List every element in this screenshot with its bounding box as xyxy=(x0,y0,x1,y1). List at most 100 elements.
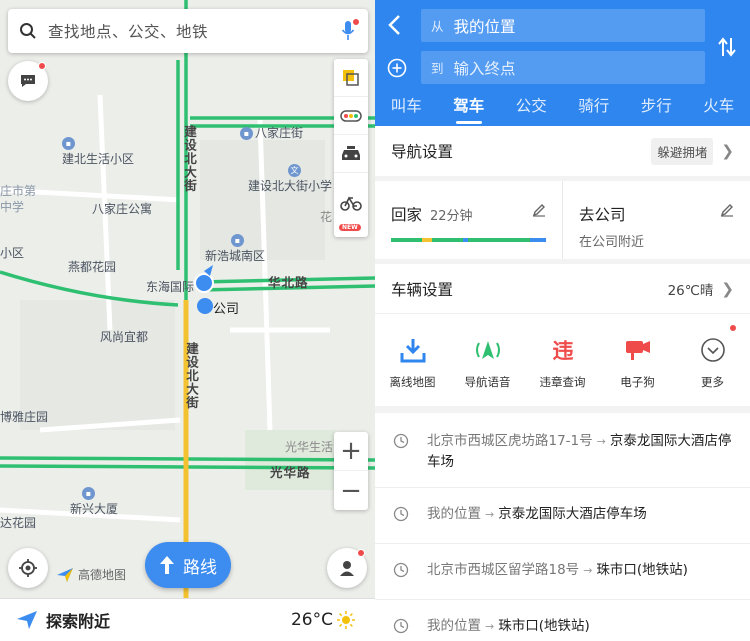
more-icon xyxy=(700,338,725,362)
origin-input[interactable]: 从 我的位置 xyxy=(421,9,705,42)
edge-label-flower: 花 xyxy=(320,210,333,224)
history-item[interactable]: 北京市西城区虎坊路17-1号 → 京泰龙国际大酒店停车场 xyxy=(375,413,750,488)
taxi-button[interactable] xyxy=(334,135,368,173)
user-icon xyxy=(340,561,354,576)
poi-icon: ▪ xyxy=(231,234,244,247)
message-button[interactable] xyxy=(8,61,48,101)
poi-icon: ▪ xyxy=(240,127,253,140)
poi-xinxing[interactable]: ▪ 新兴大厦 xyxy=(70,486,118,517)
bike-button[interactable]: NEW xyxy=(334,173,368,233)
add-waypoint-button[interactable] xyxy=(387,58,407,82)
history-item[interactable]: 我的位置 → 珠市口(地铁站) xyxy=(375,600,750,641)
zoom-controls: + − xyxy=(334,432,368,510)
route-arrow-icon xyxy=(160,556,174,574)
locate-button[interactable] xyxy=(8,548,48,588)
search-bar[interactable]: 查找地点、公交、地铁 xyxy=(8,9,368,53)
favorite-destinations: 回家 22分钟 去公司 在公司附近 xyxy=(375,181,750,259)
company-marker[interactable]: ▪公司 xyxy=(198,298,239,317)
poi-xinhao-south[interactable]: ▪ 新浩城南区 xyxy=(205,233,265,264)
chevron-right-icon: ❯ xyxy=(721,142,734,160)
vehicle-weather: 26℃晴 xyxy=(667,282,714,299)
poi-donghai[interactable]: 东海国际 xyxy=(146,278,194,295)
poi-da-garden[interactable]: 达花园 xyxy=(0,514,36,531)
poi-school[interactable]: 文建设北大街小学 xyxy=(248,163,332,194)
explore-bar[interactable]: 探索附近 26°C xyxy=(0,598,375,641)
poi-boya[interactable]: 博雅庄园 xyxy=(0,408,48,425)
swap-button[interactable] xyxy=(718,36,736,62)
search-input[interactable]: 查找地点、公交、地铁 xyxy=(48,20,328,42)
tools-grid: 离线地图 导航语音 违 违章查询 电子狗 更多 xyxy=(375,314,750,406)
violation-icon: 违 xyxy=(552,339,573,363)
poi-yandu-garden[interactable]: 燕都花园 xyxy=(68,258,116,275)
layers-icon xyxy=(343,69,359,86)
vehicle-settings-title: 车辆设置 xyxy=(391,280,454,299)
amap-logo: 高德地图 xyxy=(56,566,126,583)
map-layers-panel: NEW xyxy=(334,59,368,237)
violation-query-tool[interactable]: 违 违章查询 xyxy=(525,314,600,406)
message-badge xyxy=(38,62,46,70)
history-item[interactable]: 我的位置 → 京泰龙国际大酒店停车场 xyxy=(375,488,750,544)
tab-bus[interactable]: 公交 xyxy=(500,94,563,126)
camera-icon xyxy=(625,341,650,360)
poi-fengshang[interactable]: 风尚宜都 xyxy=(100,328,148,345)
zoom-in-button[interactable]: + xyxy=(334,432,368,471)
chevron-right-icon: ❯ xyxy=(721,279,734,298)
poi-bajiazhuang-alley[interactable]: ▪ 八家庄街 xyxy=(240,124,303,141)
edge-label-a: 庄市第 xyxy=(0,184,37,198)
edge-label-c: 小区 xyxy=(0,246,25,260)
school-icon: 文 xyxy=(288,164,301,177)
poi-guanghua-life[interactable]: 光华生活 xyxy=(285,438,333,455)
arrow-right-icon: → xyxy=(485,620,495,633)
destination-input[interactable]: 到 输入终点 xyxy=(421,51,705,84)
go-home-card[interactable]: 回家 22分钟 xyxy=(375,181,562,259)
tab-drive[interactable]: 驾车 xyxy=(438,94,501,126)
tab-walk[interactable]: 步行 xyxy=(625,94,688,126)
road-label-huabei: 华北路 xyxy=(268,275,309,290)
new-badge: NEW xyxy=(339,224,361,231)
add-circle-icon xyxy=(387,58,407,78)
search-icon[interactable] xyxy=(8,22,48,40)
speed-camera-tool[interactable]: 电子狗 xyxy=(600,314,675,406)
car-icon xyxy=(342,145,360,160)
tab-taxi[interactable]: 叫车 xyxy=(375,94,438,126)
download-icon xyxy=(400,339,425,363)
more-tool[interactable]: 更多 xyxy=(675,314,750,406)
back-arrow-icon xyxy=(388,15,400,35)
edge-label-b: 中学 xyxy=(0,200,25,214)
home-traffic-bar xyxy=(391,238,546,242)
go-work-card[interactable]: 去公司 在公司附近 xyxy=(562,181,750,259)
road-label-guanghua: 光华路 xyxy=(270,465,311,480)
vehicle-settings-row[interactable]: 车辆设置 26℃晴 ❯ xyxy=(375,264,750,314)
poi-jianbei-community[interactable]: ▪ 建北生活小区 xyxy=(62,136,134,167)
traffic-light-icon xyxy=(340,109,362,122)
route-history: 北京市西城区虎坊路17-1号 → 京泰龙国际大酒店停车场 我的位置 → 京泰龙国际大酒店… xyxy=(375,413,750,641)
voice-nav-tool[interactable]: 导航语音 xyxy=(450,314,525,406)
tab-ride[interactable]: 骑行 xyxy=(563,94,626,126)
navigation-arrow-icon xyxy=(17,611,37,629)
transport-tabs: 叫车 驾车 公交 骑行 步行 火车 xyxy=(375,94,750,126)
back-button[interactable] xyxy=(387,14,403,40)
clock-icon xyxy=(393,506,409,522)
profile-button[interactable] xyxy=(327,548,367,588)
offline-map-tool[interactable]: 离线地图 xyxy=(375,314,450,406)
weather-widget[interactable]: 26°C xyxy=(291,610,355,630)
traffic-button[interactable] xyxy=(334,97,368,135)
svg-text:违: 违 xyxy=(552,339,573,363)
voice-nav-icon xyxy=(475,341,500,359)
history-item[interactable]: 北京市西城区留学路18号 → 珠市口(地铁站) xyxy=(375,544,750,600)
zoom-out-button[interactable]: − xyxy=(334,471,368,510)
clock-icon xyxy=(393,433,409,449)
clock-icon xyxy=(393,562,409,578)
mic-icon[interactable] xyxy=(328,18,368,42)
amap-logo-icon xyxy=(57,567,73,582)
nav-settings-row[interactable]: 导航设置 躲避拥堵 ❯ xyxy=(375,126,750,176)
tab-train[interactable]: 火车 xyxy=(688,94,750,126)
edit-icon[interactable] xyxy=(720,203,734,217)
explore-nearby[interactable]: 探索附近 xyxy=(16,608,110,632)
edit-icon[interactable] xyxy=(532,203,546,217)
map-view[interactable]: 建设北大街 建设北大街 ▪ 八家庄街 ▪ 建北生活小区 文建设北大街小学 八家庄公寓… xyxy=(0,0,375,641)
route-button[interactable]: 路线 xyxy=(145,542,231,588)
message-icon xyxy=(21,75,35,87)
layers-button[interactable] xyxy=(334,59,368,97)
poi-bajiazhuang-apartment[interactable]: 八家庄公寓 xyxy=(92,200,152,217)
